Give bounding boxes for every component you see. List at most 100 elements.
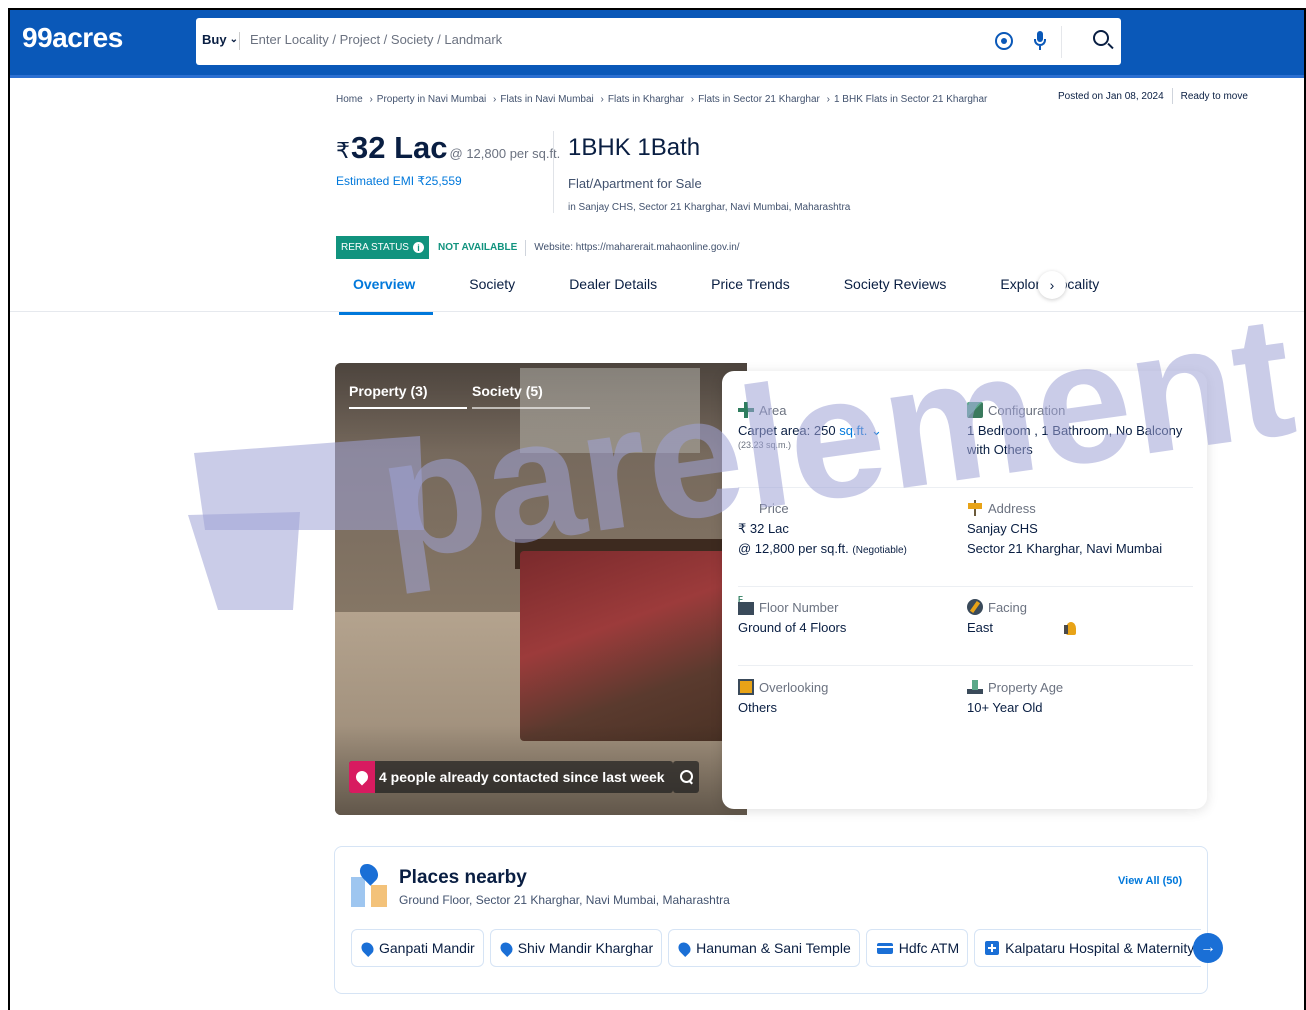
- price-rate: @ 12,800 per sq.ft.: [738, 541, 849, 556]
- listing-status: Posted on Jan 08, 2024 Ready to move: [1058, 88, 1248, 104]
- location-icon[interactable]: [995, 32, 1013, 50]
- detail-floor: Floor Number Ground of 4 Floors: [738, 595, 968, 637]
- price-block: ₹ 32 Lac @ 12,800 per sq.ft.: [336, 130, 560, 166]
- estimated-emi-link[interactable]: Estimated EMI ₹25,559: [336, 174, 462, 188]
- rera-status: RERA STATUS i NOT AVAILABLE Website: htt…: [336, 236, 740, 259]
- contacted-text: 4 people already contacted since last we…: [379, 769, 665, 785]
- breadcrumb-item: 1 BHK Flats in Sector 21 Kharghar: [833, 94, 988, 105]
- nearby-place-chip[interactable]: Kalpataru Hospital & Maternity Clinic: [974, 929, 1201, 967]
- property-age-value: 10+ Year Old: [967, 700, 1043, 715]
- nearby-place-chip[interactable]: Shiv Mandir Kharghar: [489, 929, 663, 967]
- location-pin-icon: [676, 939, 694, 957]
- tab-price-trends[interactable]: Price Trends: [711, 272, 790, 314]
- detail-label: Facing: [988, 599, 1028, 615]
- area-icon: [738, 402, 754, 418]
- detail-overlooking: Overlooking Others: [738, 678, 968, 717]
- site-logo[interactable]: 99acres: [22, 22, 123, 54]
- tab-society-reviews[interactable]: Society Reviews: [844, 272, 947, 314]
- address-line1: Sanjay CHS: [967, 521, 1038, 536]
- building-age-icon: [967, 679, 983, 695]
- price-value: ₹ 32 Lac: [738, 521, 789, 536]
- detail-label: Configuration: [988, 402, 1066, 418]
- configuration-title: 1BHK 1Bath: [568, 134, 701, 161]
- atm-card-icon: [876, 942, 893, 954]
- area-unit-dropdown[interactable]: sq.ft. ⌄: [839, 423, 882, 438]
- property-type: Flat/Apartment for Sale: [568, 176, 702, 191]
- mic-icon[interactable]: [1034, 31, 1046, 51]
- divider: [525, 239, 527, 256]
- photo-overlay: [335, 363, 747, 815]
- buy-dropdown-label: Buy: [202, 32, 227, 47]
- contacted-banner: 4 people already contacted since last we…: [349, 761, 673, 793]
- detail-label: Address: [988, 500, 1036, 516]
- info-icon[interactable]: i: [412, 242, 424, 253]
- configuration-icon: [967, 402, 983, 418]
- rera-label: RERA STATUS: [341, 242, 409, 253]
- rera-status-badge[interactable]: RERA STATUS i: [336, 236, 429, 259]
- detail-label: Area: [759, 402, 787, 418]
- buy-dropdown[interactable]: Buy ⌄: [202, 32, 238, 47]
- carpet-area-value: Carpet area: 250: [738, 423, 836, 438]
- zoom-icon[interactable]: [673, 761, 699, 793]
- compass-icon: [967, 599, 983, 615]
- detail-facing: Facing East: [967, 598, 1197, 637]
- property-details-card: Area Carpet area: 250 sq.ft. ⌄ (23.23 sq…: [722, 371, 1207, 809]
- nearby-place-chip[interactable]: Hdfc ATM: [865, 929, 969, 967]
- breadcrumb-item[interactable]: Flats in Sector 21 Kharghar ›: [698, 94, 830, 105]
- detail-configuration: Configuration 1 Bedroom , 1 Bathroom, No…: [967, 401, 1197, 459]
- details-row: Overlooking Others Property Age 10+ Year…: [738, 678, 1193, 738]
- property-location: in Sanjay CHS, Sector 21 Kharghar, Navi …: [568, 202, 851, 213]
- nearby-place-chip[interactable]: Ganpati Mandir: [351, 929, 484, 967]
- detail-label: Overlooking: [759, 679, 829, 695]
- detail-label: Price: [759, 500, 789, 516]
- tab-society[interactable]: Society: [469, 272, 515, 314]
- window-icon: [738, 679, 754, 695]
- section-tabs: Overview Society Dealer Details Price Tr…: [336, 272, 1153, 315]
- detail-label: Property Age: [988, 679, 1064, 695]
- gallery-tab-property[interactable]: Property (3): [349, 383, 467, 409]
- configuration-value: 1 Bedroom , 1 Bathroom, No Balcony with …: [967, 423, 1183, 457]
- arrow-right-icon[interactable]: →: [1193, 933, 1223, 963]
- divider: [1171, 88, 1173, 104]
- places-nearby-address: Ground Floor, Sector 21 Kharghar, Navi M…: [399, 893, 730, 907]
- detail-address: Address Sanjay CHS Sector 21 Kharghar, N…: [967, 499, 1197, 558]
- divider: [239, 32, 240, 50]
- detail-property-age: Property Age 10+ Year Old: [967, 678, 1197, 717]
- divider: [553, 131, 554, 213]
- tab-dealer-details[interactable]: Dealer Details: [569, 272, 657, 314]
- places-nearby-title: Places nearby: [399, 867, 527, 888]
- signpost-icon: [967, 500, 983, 516]
- detail-area: Area Carpet area: 250 sq.ft. ⌄ (23.23 sq…: [738, 401, 968, 450]
- top-navigation-bar: 99acres Buy ⌄ Enter Locality / Project /…: [10, 10, 1304, 78]
- breadcrumb-item[interactable]: Flats in Kharghar ›: [608, 94, 694, 105]
- search-input[interactable]: Enter Locality / Project / Society / Lan…: [250, 32, 502, 47]
- gallery-tab-society[interactable]: Society (5): [472, 383, 590, 409]
- property-photo-gallery[interactable]: Property (3) Society (5) 4 people alread…: [335, 363, 747, 815]
- search-bar[interactable]: Buy ⌄ Enter Locality / Project / Society…: [196, 18, 1121, 65]
- chevron-right-icon[interactable]: ›: [1038, 271, 1066, 299]
- rera-availability: NOT AVAILABLE: [437, 242, 518, 253]
- divider: [10, 311, 1304, 312]
- nearby-place-chip[interactable]: Hanuman & Sani Temple: [668, 929, 860, 967]
- location-pin-icon: [359, 939, 376, 957]
- breadcrumb-item[interactable]: Property in Navi Mumbai ›: [377, 94, 497, 105]
- nearby-places-list: Ganpati Mandir Shiv Mandir Kharghar Hanu…: [351, 929, 1201, 969]
- breadcrumb-item[interactable]: Home ›: [336, 94, 373, 105]
- view-all-link[interactable]: View All (50): [1118, 875, 1182, 887]
- tab-overview[interactable]: Overview: [338, 272, 434, 315]
- negotiable-label: (Negotiable): [852, 545, 907, 556]
- browser-frame: 99acres Buy ⌄ Enter Locality / Project /…: [8, 8, 1306, 1010]
- posted-date: Posted on Jan 08, 2024: [1058, 90, 1164, 102]
- details-row: Area Carpet area: 250 sq.ft. ⌄ (23.23 sq…: [738, 401, 1193, 488]
- hospital-icon: [985, 941, 1000, 955]
- breadcrumb-item[interactable]: Flats in Navi Mumbai ›: [500, 94, 603, 105]
- detail-price: Price ₹ 32 Lac @ 12,800 per sq.ft. (Nego…: [738, 499, 1076, 635]
- floor-icon: [738, 595, 754, 615]
- price-amount: 32 Lac: [351, 130, 448, 165]
- price-per-sqft: @ 12,800 per sq.ft.: [449, 146, 561, 161]
- detail-label: Floor Number: [759, 599, 839, 615]
- rera-website: Website: https://maharerait.mahaonline.g…: [534, 242, 740, 253]
- chevron-down-icon: ⌄: [229, 34, 238, 45]
- search-icon[interactable]: [1093, 30, 1109, 46]
- fire-icon: [349, 761, 375, 793]
